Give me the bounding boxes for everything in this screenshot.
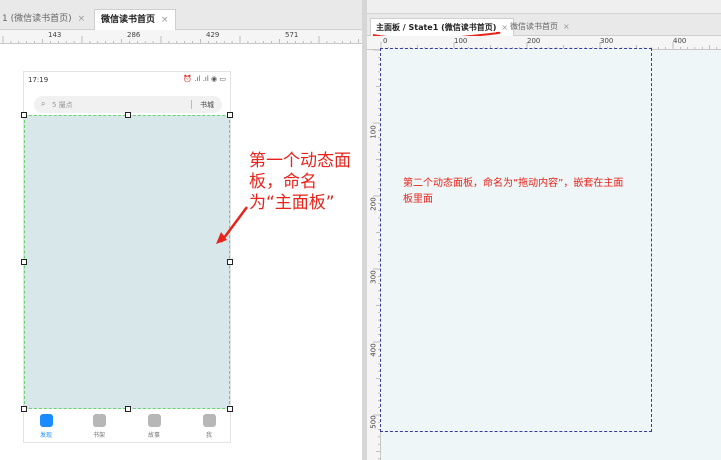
ruler-label: 400 xyxy=(369,343,378,357)
close-icon[interactable]: × xyxy=(161,15,169,25)
bottom-nav: 发现 书架 故事 我 xyxy=(24,412,230,442)
ruler-label: 500 xyxy=(369,415,378,429)
ruler-label: 286 xyxy=(127,31,141,39)
ruler-label: 429 xyxy=(206,31,220,39)
nav-item-me[interactable]: 我 xyxy=(189,414,229,439)
resize-handle-top-right[interactable] xyxy=(227,112,233,118)
ruler-ticks xyxy=(373,50,380,460)
right-editor-pane: 主面板 / State1 (微信读书首页) × 微信读书首页 × 0 100 200… xyxy=(367,0,721,460)
signal-icons: ⏰ .ıl .ıl ◉ ▭ xyxy=(183,75,226,83)
resize-handle-left[interactable] xyxy=(21,259,27,265)
profile-icon xyxy=(202,414,216,427)
close-icon[interactable]: × xyxy=(78,14,86,24)
status-time: 17:19 xyxy=(28,76,49,84)
ruler-label: 100 xyxy=(454,37,468,45)
tab-home-state[interactable]: 1 (微信读书首页) × xyxy=(0,9,91,30)
nav-label: 故事 xyxy=(147,432,160,439)
ruler-label: 300 xyxy=(369,270,378,284)
discover-icon xyxy=(39,414,53,427)
close-icon[interactable]: × xyxy=(563,22,570,31)
bookstore-link[interactable]: 书城 xyxy=(200,100,214,110)
resize-handle-right[interactable] xyxy=(227,259,233,265)
ruler-label: 571 xyxy=(285,31,299,39)
nav-item-discover[interactable]: 发现 xyxy=(26,414,66,439)
ruler-label: 200 xyxy=(369,197,378,211)
ruler-label: 300 xyxy=(600,37,614,45)
annotation-drag-panel: 第二个动态面板，命名为“拖动内容”，嵌套在主面板里面 xyxy=(403,178,624,205)
toolbar-strip xyxy=(367,0,721,14)
tab-label: 1 (微信读书首页) xyxy=(2,14,72,24)
ruler-label: 100 xyxy=(369,125,378,139)
resize-handle-top[interactable] xyxy=(125,112,131,118)
nav-item-stories[interactable]: 故事 xyxy=(134,414,174,439)
ruler-label: 200 xyxy=(527,37,541,45)
drag-content-dynamic-panel[interactable]: 第二个动态面板，命名为“拖动内容”，嵌套在主面板里面 xyxy=(380,48,652,432)
tab-label: 微信读书首页 xyxy=(101,15,156,25)
ruler-label: 400 xyxy=(673,37,687,45)
search-bar[interactable]: ⌕ 5 撮点 书城 xyxy=(34,96,222,113)
nav-label: 书架 xyxy=(92,432,105,439)
left-editor-pane: 1 (微信读书首页) × 微信读书首页 × 143 286 429 571 17:1… xyxy=(0,0,362,460)
phone-mockup: 17:19 ⏰ .ıl .ıl ◉ ▭ ⌕ 5 撮点 书城 发现 书架 故事 我 xyxy=(21,71,233,443)
search-divider xyxy=(191,100,192,109)
left-tab-bar: 1 (微信读书首页) × 微信读书首页 × xyxy=(0,0,362,30)
tab-weixin-home[interactable]: 微信读书首页 × xyxy=(94,9,176,30)
annotation-main-panel: 第一个动态面板，命名为“主面板” xyxy=(249,151,351,213)
search-icon: ⌕ xyxy=(41,99,46,108)
main-dynamic-panel[interactable] xyxy=(21,112,233,412)
ruler-label: 143 xyxy=(48,31,62,39)
horizontal-ruler: 143 286 429 571 xyxy=(0,30,362,44)
nav-label: 发现 xyxy=(39,432,52,439)
status-bar: 17:19 ⏰ .ıl .ıl ◉ ▭ xyxy=(24,72,230,88)
search-placeholder: 5 撮点 xyxy=(52,101,73,109)
resize-handle-top-left[interactable] xyxy=(21,112,27,118)
stories-icon xyxy=(147,414,161,427)
bookshelf-icon xyxy=(92,414,106,427)
ruler-label: 0 xyxy=(383,37,388,45)
nav-item-bookshelf[interactable]: 书架 xyxy=(79,414,119,439)
vertical-ruler: 100 200 300 400 500 xyxy=(367,50,381,460)
nav-label: 我 xyxy=(205,432,212,439)
